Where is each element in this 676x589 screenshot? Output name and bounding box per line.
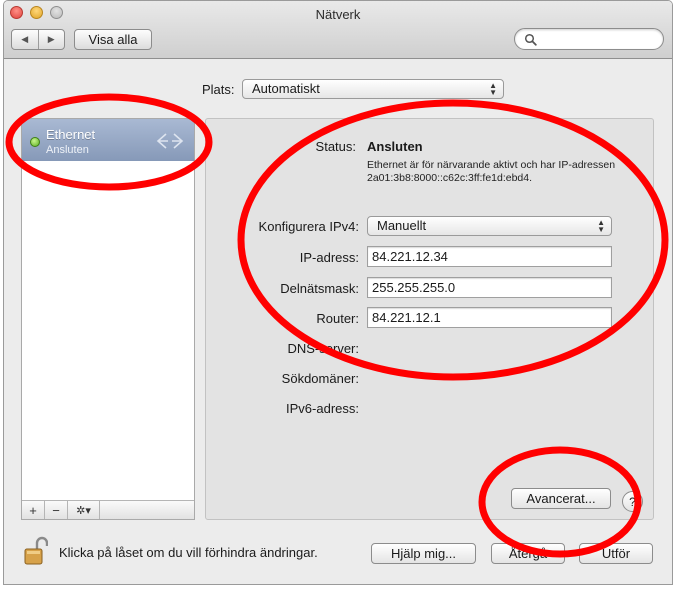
ethernet-arrows-icon bbox=[156, 133, 184, 149]
popup-arrows-icon: ▲ ▼ bbox=[597, 218, 605, 234]
configure-ipv4-popup[interactable]: Manuellt ▲ ▼ bbox=[367, 216, 612, 236]
service-status: Ansluten bbox=[46, 144, 89, 156]
location-value: Automatiskt bbox=[252, 81, 320, 96]
ip-address-label: IP-adress: bbox=[299, 250, 359, 265]
status-value: Ansluten bbox=[367, 139, 423, 154]
add-service-button[interactable]: + bbox=[22, 501, 45, 519]
forward-arrow-icon[interactable]: ▶ bbox=[37, 30, 65, 49]
service-list: Ethernet Ansluten + − ✲▾ bbox=[21, 118, 195, 520]
subnet-mask-field[interactable]: 255.255.255.0 bbox=[367, 277, 612, 298]
window-title: Nätverk bbox=[315, 7, 361, 22]
router-field[interactable]: 84.221.12.1 bbox=[367, 307, 612, 328]
apply-button[interactable]: Utför bbox=[579, 543, 653, 564]
subnet-mask-label: Delnätsmask: bbox=[280, 281, 359, 296]
service-list-toolbar: + − ✲▾ bbox=[22, 500, 194, 519]
assist-me-button[interactable]: Hjälp mig... bbox=[371, 543, 476, 564]
search-field[interactable] bbox=[514, 28, 664, 50]
location-popup[interactable]: Automatiskt ▲ ▼ bbox=[242, 79, 504, 99]
service-name: Ethernet bbox=[46, 127, 96, 142]
popup-arrows-icon: ▲ ▼ bbox=[489, 81, 497, 97]
advanced-button[interactable]: Avancerat... bbox=[511, 488, 611, 509]
location-label: Plats: bbox=[202, 82, 235, 97]
router-label: Router: bbox=[316, 311, 359, 326]
dns-server-label: DNS-server: bbox=[287, 341, 359, 356]
status-description: Ethernet är för närvarande aktivt och ha… bbox=[367, 159, 616, 184]
help-icon[interactable]: ? bbox=[622, 491, 643, 512]
search-domains-label: Sökdomäner: bbox=[281, 371, 359, 386]
back-arrow-icon[interactable]: ◀ bbox=[12, 30, 38, 49]
title-bar: Nätverk ◀ ▶ Visa alla bbox=[4, 1, 672, 59]
lock-icon[interactable] bbox=[24, 536, 48, 566]
search-icon bbox=[524, 33, 537, 46]
revert-button[interactable]: Återgå bbox=[491, 543, 565, 564]
configure-ipv4-value: Manuellt bbox=[377, 218, 427, 233]
ipv6-address-label: IPv6-adress: bbox=[286, 401, 359, 416]
service-item-ethernet[interactable]: Ethernet Ansluten bbox=[22, 119, 194, 161]
status-label: Status: bbox=[315, 139, 356, 154]
remove-service-button[interactable]: − bbox=[45, 501, 68, 519]
network-preferences-window: Nätverk ◀ ▶ Visa alla Plats: Automatiskt… bbox=[3, 0, 673, 585]
show-all-button[interactable]: Visa alla bbox=[74, 29, 152, 50]
status-dot-icon bbox=[30, 137, 40, 147]
lock-message: Klicka på låset om du vill förhindra änd… bbox=[59, 545, 318, 560]
back-forward-control: ◀ ▶ bbox=[11, 29, 65, 50]
ip-address-field[interactable]: 84.221.12.34 bbox=[367, 246, 612, 267]
action-menu-button[interactable]: ✲▾ bbox=[68, 501, 100, 519]
configure-ipv4-label: Konfigurera IPv4: bbox=[258, 219, 359, 234]
